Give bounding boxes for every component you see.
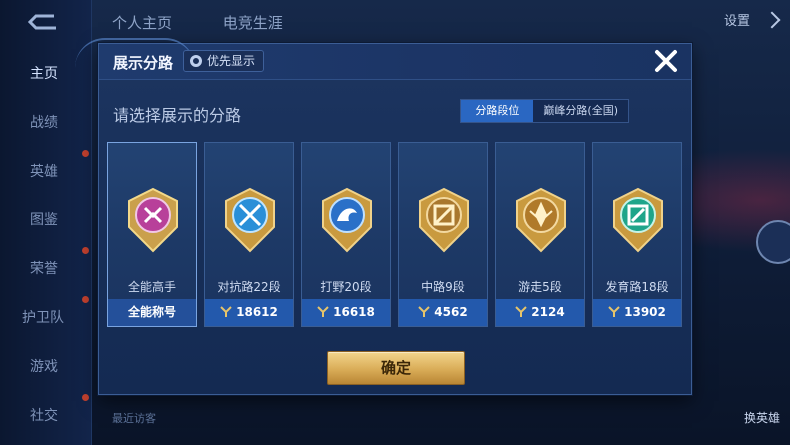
lane-card-mid[interactable]: 中路9段 4562 — [398, 142, 488, 327]
close-icon[interactable] — [653, 48, 679, 74]
lane-score: 4562 — [434, 305, 468, 319]
lane-card-name: 全能高手 — [127, 280, 176, 294]
lane-score: 16618 — [333, 305, 375, 319]
farm-lane-badge-icon — [613, 187, 663, 253]
top-tabs: 个人主页 电竞生涯 — [112, 12, 329, 33]
lane-card-roam[interactable]: 游走5段 2124 — [495, 142, 585, 327]
lane-card-footer: 全能称号 — [108, 299, 196, 326]
rank-arrow-icon — [515, 306, 528, 317]
nav-item-honor[interactable]: 荣誉 — [0, 247, 92, 291]
rank-arrow-icon — [317, 306, 329, 317]
rank-arrow-icon — [220, 306, 232, 317]
lane-score: 18612 — [236, 305, 278, 319]
lane-card-footer: 4562 — [399, 299, 487, 326]
lane-card-footer: 16618 — [302, 299, 390, 326]
priority-display-label: 优先显示 — [207, 54, 256, 68]
lane-score: 13902 — [624, 305, 666, 319]
nav-item-heroes[interactable]: 英雄 — [0, 150, 92, 194]
clash-lane-badge-icon — [225, 187, 275, 253]
tab-personal-home[interactable]: 个人主页 — [112, 14, 172, 32]
tab-esports-career[interactable]: 电竞生涯 — [223, 14, 283, 32]
back-icon[interactable] — [24, 12, 68, 36]
dialog-header: 展示分路 优先显示 — [75, 38, 691, 80]
lane-type-toggle: 分路段位 巅峰分路(全国) — [460, 99, 629, 123]
lane-card-farm[interactable]: 发育路18段 13902 — [592, 142, 682, 327]
notification-dot — [82, 394, 89, 401]
lane-card-clash[interactable]: 对抗路22段 18612 — [204, 142, 294, 327]
toggle-peak-lane[interactable]: 巅峰分路(全国) — [533, 100, 628, 122]
mid-lane-badge-icon — [419, 187, 469, 253]
settings-button[interactable]: 设置 — [724, 10, 750, 29]
lane-card-name: 发育路18段 — [605, 280, 669, 294]
recent-visitors: 最近访客 — [112, 412, 156, 425]
dialog-title: 展示分路 — [113, 54, 174, 72]
nav-item-codex[interactable]: 图鉴 — [0, 198, 92, 242]
rank-arrow-icon — [608, 306, 620, 317]
nav-item-record[interactable]: 战绩 — [0, 101, 92, 145]
lane-card-allround[interactable]: 全能高手 全能称号 — [107, 142, 197, 327]
lane-cards: 全能高手 全能称号 对抗路22段 18612 打野20段 16618 中路9段 … — [107, 142, 685, 328]
notification-dot — [82, 247, 89, 254]
dialog-subtitle: 请选择展示的分路 — [113, 106, 242, 125]
jungle-badge-icon — [322, 187, 372, 253]
lane-card-footer: 18612 — [205, 299, 293, 326]
lane-card-name: 打野20段 — [320, 280, 372, 294]
priority-display-button[interactable]: 优先显示 — [183, 50, 265, 72]
roam-badge-icon — [516, 187, 566, 253]
notification-dot — [82, 150, 89, 157]
allround-badge-icon — [128, 187, 178, 253]
gear-icon — [190, 55, 202, 67]
toggle-lane-rank[interactable]: 分路段位 — [461, 100, 534, 122]
nav-item-guard-team[interactable]: 护卫队 — [0, 296, 92, 340]
lane-card-name: 对抗路22段 — [217, 280, 281, 294]
lane-card-footer: 13902 — [593, 299, 681, 326]
notification-dot — [82, 296, 89, 303]
lane-card-name: 游走5段 — [518, 280, 562, 294]
lane-card-name: 中路9段 — [421, 280, 465, 294]
show-lane-dialog: 展示分路 优先显示 请选择展示的分路 分路段位 巅峰分路(全国) 全能高手 全能… — [75, 38, 692, 395]
nav-item-social[interactable]: 社交 — [0, 394, 92, 438]
nav-item-games[interactable]: 游戏 — [0, 345, 92, 389]
rank-arrow-icon — [418, 306, 431, 317]
lane-score: 2124 — [531, 305, 565, 319]
switch-hero-button[interactable]: 换英雄 — [744, 409, 780, 426]
lane-card-footer: 2124 — [496, 299, 584, 326]
lane-card-jungle[interactable]: 打野20段 16618 — [301, 142, 391, 327]
confirm-button[interactable]: 确定 — [327, 351, 465, 385]
